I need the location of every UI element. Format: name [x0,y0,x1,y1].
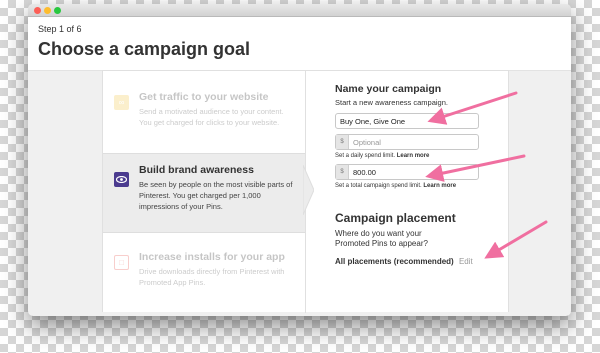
close-window-button[interactable] [34,7,41,14]
goal-list: ∞ Get traffic to your website Send a mot… [103,71,306,313]
goal-description: Be seen by people on the most visible pa… [139,180,293,211]
placement-value: All placements (recommended) [335,257,454,266]
daily-budget-input[interactable]: $ Optional [335,134,479,150]
step-indicator: Step 1 of 6 [38,24,82,34]
goal-title: Build brand awareness [139,164,254,176]
campaign-form: Name your campaign Start a new awareness… [335,83,495,266]
minimize-window-button[interactable] [44,7,51,14]
goal-description: Send a motivated audience to your conten… [139,107,284,127]
total-budget-input[interactable]: $ 800.00 [335,164,479,180]
goal-title: Increase installs for your app [139,251,285,263]
goal-option-traffic[interactable]: ∞ Get traffic to your website Send a mot… [103,81,305,138]
zoom-window-button[interactable] [54,7,61,14]
daily-hint-text: Set a daily spend limit. [335,153,396,159]
goal-description: Drive downloads directly from Pinterest … [139,267,285,287]
title-bar [28,4,571,17]
name-campaign-subtext: Start a new awareness campaign. [335,98,448,107]
placement-row: All placements (recommended) Edit [335,257,495,266]
placement-heading: Campaign placement [335,211,456,225]
daily-learn-more-link[interactable]: Learn more [397,153,430,159]
link-icon: ∞ [114,95,129,110]
total-learn-more-link[interactable]: Learn more [423,183,456,189]
placement-question: Where do you want your Promoted Pins to … [335,229,428,248]
page-title: Choose a campaign goal [38,39,251,59]
goal-option-app-installs[interactable]: □ Increase installs for your app Drive d… [103,241,305,298]
campaign-panel: ∞ Get traffic to your website Send a mot… [102,70,509,313]
total-hint-text: Set a total campaign spend limit. [335,183,422,189]
campaign-name-input[interactable]: Buy One, Give One [335,113,479,129]
eye-icon [114,172,129,187]
page-header: Step 1 of 6 Choose a campaign goal [28,17,571,71]
campaign-name-value: Buy One, Give One [340,116,406,126]
app-icon: □ [114,255,129,270]
goal-title: Get traffic to your website [139,91,269,103]
goal-option-awareness[interactable]: Build brand awareness Be seen by people … [103,153,305,233]
daily-budget-placeholder: Optional [353,137,381,147]
selection-pointer [303,165,314,215]
dollar-icon: $ [336,165,349,179]
dollar-icon: $ [336,135,349,149]
daily-budget-hint: Set a daily spend limit. Learn more [335,153,495,159]
name-campaign-heading: Name your campaign [335,83,442,95]
edit-placement-link[interactable]: Edit [459,257,473,266]
total-budget-value: 800.00 [353,167,376,177]
total-budget-hint: Set a total campaign spend limit. Learn … [335,183,495,189]
